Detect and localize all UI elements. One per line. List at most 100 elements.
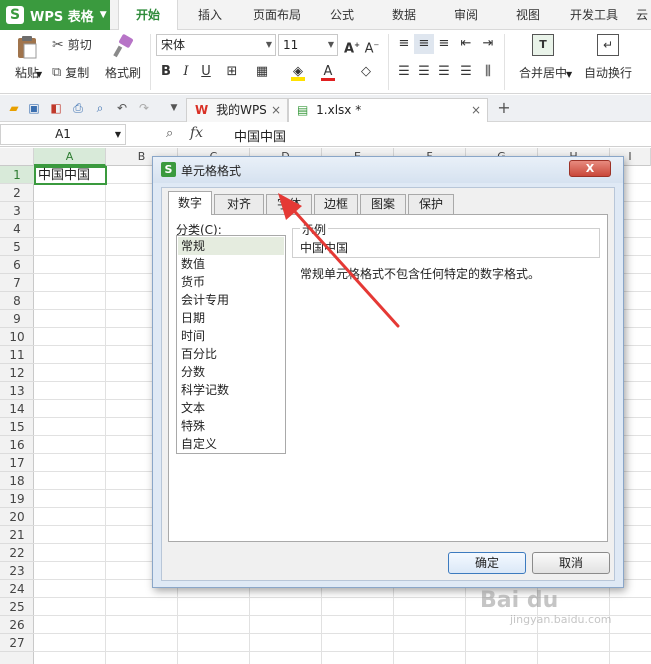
chevron-down-icon[interactable]: ▼ xyxy=(36,70,42,79)
category-item[interactable]: 常规 xyxy=(178,237,284,255)
row-header[interactable]: 7 xyxy=(0,274,34,292)
row-header[interactable]: 14 xyxy=(0,400,34,418)
formula-input[interactable]: 中国中国 xyxy=(234,126,286,145)
row-header[interactable]: 5 xyxy=(0,238,34,256)
category-item[interactable]: 百分比 xyxy=(178,345,284,363)
tab-workbook[interactable]: ▤ 1.xlsx * × xyxy=(288,98,488,122)
indent-decrease-icon[interactable]: ⇤ xyxy=(456,34,476,54)
copy-button[interactable]: ⧉ 复制 xyxy=(52,64,89,81)
row-header[interactable]: 6 xyxy=(0,256,34,274)
align-right-icon[interactable]: ☰ xyxy=(434,62,454,82)
row-header[interactable]: 8 xyxy=(0,292,34,310)
tab-alignment[interactable]: 对齐 xyxy=(214,194,264,214)
chevron-down-icon[interactable]: ▼ xyxy=(566,70,572,79)
new-tab-icon[interactable]: + xyxy=(496,100,512,116)
row-header[interactable]: 18 xyxy=(0,472,34,490)
row-header[interactable]: 16 xyxy=(0,436,34,454)
undo-icon[interactable]: ↶ xyxy=(114,100,130,116)
format-painter-button[interactable]: 格式刷 xyxy=(104,34,142,90)
wrap-text-button[interactable]: ↵ 自动换行 xyxy=(580,34,636,90)
customize-toolbar-icon[interactable]: ▼ xyxy=(166,100,182,116)
cancel-button[interactable]: 取消 xyxy=(532,552,610,574)
row-header[interactable]: 3 xyxy=(0,202,34,220)
tab-view[interactable]: 视图 xyxy=(506,0,550,30)
cell-a1[interactable]: 中国中国 xyxy=(34,166,107,185)
row-header[interactable]: 17 xyxy=(0,454,34,472)
row-header[interactable]: 1 xyxy=(0,166,34,184)
row-header[interactable]: 19 xyxy=(0,490,34,508)
row-header[interactable]: 26 xyxy=(0,616,34,634)
row-header[interactable]: 13 xyxy=(0,382,34,400)
row-header[interactable]: 21 xyxy=(0,526,34,544)
category-item[interactable]: 会计专用 xyxy=(178,291,284,309)
align-left-icon[interactable]: ☰ xyxy=(394,62,414,82)
row-header[interactable]: 23 xyxy=(0,562,34,580)
category-item[interactable]: 文本 xyxy=(178,399,284,417)
cell-pattern-icon[interactable]: ▦ xyxy=(252,62,272,82)
app-menu-button[interactable]: S WPS 表格 ▼ xyxy=(0,0,110,30)
row-header[interactable]: 11 xyxy=(0,346,34,364)
tab-pattern[interactable]: 图案 xyxy=(360,194,406,214)
row-header[interactable]: 9 xyxy=(0,310,34,328)
row-header[interactable]: 24 xyxy=(0,580,34,598)
font-size-select[interactable]: 11 ▼ xyxy=(278,34,338,56)
tab-my-wps[interactable]: W 我的WPS × xyxy=(186,98,288,122)
tab-protection[interactable]: 保护 xyxy=(408,194,454,214)
row-header[interactable]: 27 xyxy=(0,634,34,652)
insert-function-icon[interactable]: fx xyxy=(190,125,203,141)
indent-increase-icon[interactable]: ⇥ xyxy=(478,34,498,54)
cut-button[interactable]: ✂ 剪切 xyxy=(52,36,92,53)
align-top-icon[interactable]: ≡ xyxy=(394,34,414,54)
ok-button[interactable]: 确定 xyxy=(448,552,526,574)
dialog-title-bar[interactable]: S 单元格格式 X xyxy=(153,157,623,183)
border-icon[interactable]: ⊞ xyxy=(222,62,242,82)
merge-center-button[interactable]: T 合并居中 xyxy=(510,34,576,90)
column-header-a[interactable]: A xyxy=(34,148,106,166)
close-icon[interactable]: × xyxy=(271,99,281,121)
row-header[interactable]: 25 xyxy=(0,598,34,616)
paste-button[interactable]: 粘贴 xyxy=(8,34,46,90)
select-all-corner[interactable] xyxy=(0,148,34,166)
category-item[interactable]: 日期 xyxy=(178,309,284,327)
align-bottom-icon[interactable]: ≡ xyxy=(434,34,454,54)
category-list[interactable]: 常规 数值 货币 会计专用 日期 时间 百分比 分数 科学记数 文本 特殊 自定义 xyxy=(176,235,286,454)
category-item[interactable]: 科学记数 xyxy=(178,381,284,399)
tab-page-layout[interactable]: 页面布局 xyxy=(244,0,310,30)
category-item[interactable]: 分数 xyxy=(178,363,284,381)
export-pdf-icon[interactable]: ◧ xyxy=(48,100,64,116)
tab-font[interactable]: 字体 xyxy=(266,194,312,214)
tab-data[interactable]: 数据 xyxy=(382,0,426,30)
align-center-icon[interactable]: ☰ xyxy=(414,62,434,82)
tab-home[interactable]: 开始 xyxy=(118,0,178,31)
open-folder-icon[interactable]: ▰ xyxy=(6,100,22,116)
category-item[interactable]: 时间 xyxy=(178,327,284,345)
font-name-select[interactable]: 宋体 ▼ xyxy=(156,34,276,56)
clear-format-icon[interactable]: ◇ xyxy=(356,62,376,82)
row-header[interactable]: 20 xyxy=(0,508,34,526)
align-middle-icon[interactable]: ≡ xyxy=(414,34,434,54)
category-item[interactable]: 数值 xyxy=(178,255,284,273)
zoom-search-icon[interactable]: ⌕ xyxy=(166,126,173,141)
redo-icon[interactable]: ↷ xyxy=(136,100,152,116)
tab-cloud[interactable]: 云 xyxy=(632,0,651,30)
close-icon[interactable]: × xyxy=(471,99,481,121)
tab-review[interactable]: 审阅 xyxy=(444,0,488,30)
font-color-icon[interactable]: A xyxy=(318,62,338,82)
underline-icon[interactable]: U xyxy=(196,62,216,82)
font-grow-icon[interactable]: A+ xyxy=(342,35,362,56)
category-item[interactable]: 货币 xyxy=(178,273,284,291)
row-header[interactable]: 12 xyxy=(0,364,34,382)
row-header[interactable]: 4 xyxy=(0,220,34,238)
italic-icon[interactable]: I xyxy=(176,62,196,82)
font-shrink-icon[interactable]: A− xyxy=(362,35,382,56)
category-item[interactable]: 特殊 xyxy=(178,417,284,435)
row-header[interactable]: 2 xyxy=(0,184,34,202)
dialog-close-button[interactable]: X xyxy=(569,160,611,177)
tab-formulas[interactable]: 公式 xyxy=(320,0,364,30)
fill-color-icon[interactable]: ◈ xyxy=(288,62,308,82)
justify-icon[interactable]: ☰ xyxy=(456,62,476,82)
print-icon[interactable]: ⎙ xyxy=(70,100,86,116)
category-item[interactable]: 自定义 xyxy=(178,435,284,453)
tab-number[interactable]: 数字 xyxy=(168,191,212,215)
save-icon[interactable]: ▣ xyxy=(26,100,42,116)
